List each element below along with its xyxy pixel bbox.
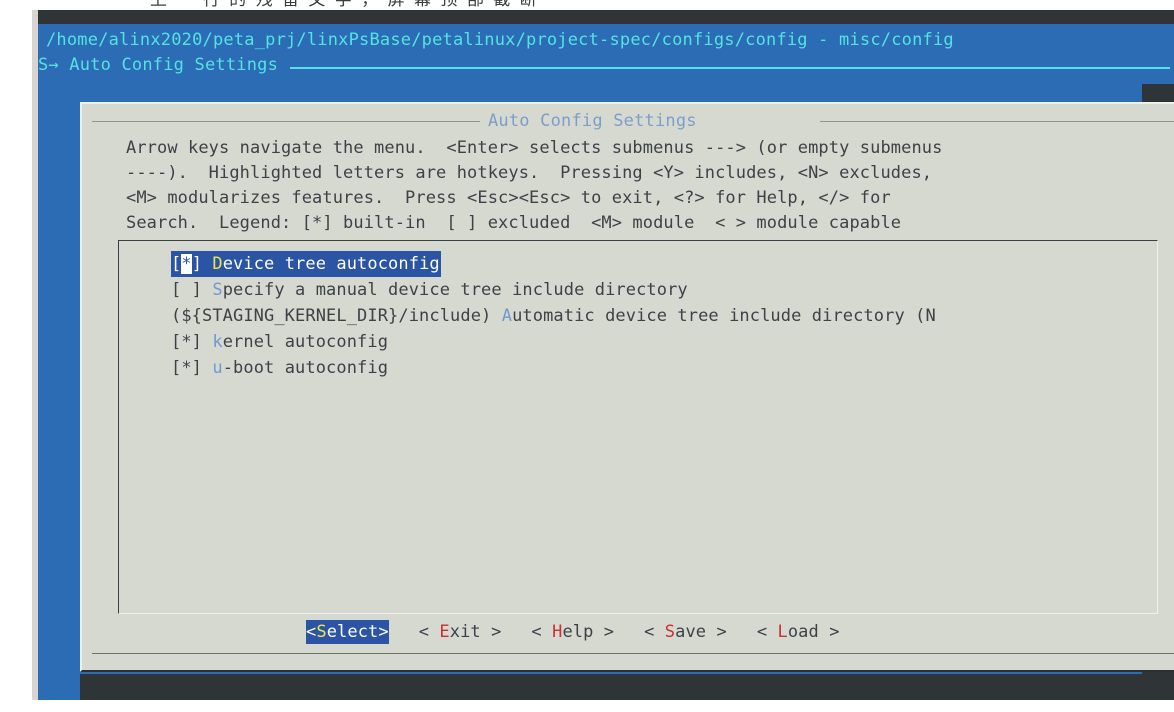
button-elp-2[interactable]: < Help > (531, 620, 614, 644)
breadcrumb-rule (290, 67, 1170, 69)
menu-item-row-wrapper: [*] u-boot autoconfig (171, 355, 1157, 381)
menu-item-prefix: (${STAGING_KERNEL_DIR}/include) (171, 306, 502, 326)
button-label: ave (675, 622, 707, 642)
checkbox-state-cursor: * (181, 254, 192, 274)
button-bracket-open: < (531, 622, 553, 642)
config-path-title: /home/alinx2020/peta_prj/linxPsBase/peta… (46, 30, 954, 50)
menu-item-row-wrapper: [*] kernel autoconfig (171, 329, 1157, 355)
screenshot-root: 上 一 行 的 残 留 文 字 ， 屏 幕 顶 部 截 断 /home/alin… (0, 0, 1174, 712)
menu-item-label: pecify a manual device tree include dire… (222, 280, 688, 300)
button-bracket-open: < (418, 622, 440, 642)
menu-item-3[interactable]: [*] kernel autoconfig (171, 329, 1157, 355)
dialog-title-rule-right (820, 121, 1174, 122)
button-bracket-open: < (756, 622, 778, 642)
terminal-bottom-gutter (80, 674, 1174, 700)
button-hotkey: L (777, 622, 788, 642)
button-hotkey: H (552, 622, 563, 642)
terminal-window: /home/alinx2020/peta_prj/linxPsBase/peta… (38, 24, 1174, 700)
menuconfig-header: /home/alinx2020/peta_prj/linxPsBase/peta… (38, 24, 1174, 78)
button-ave-3[interactable]: < Save > (644, 620, 727, 644)
menu-item-0[interactable]: [*] Device tree autoconfig (171, 251, 441, 277)
breadcrumb-label: S→ Auto Config Settings (38, 55, 279, 75)
menu-item-hotkey: k (212, 332, 223, 352)
menu-item-4[interactable]: [*] u-boot autoconfig (171, 355, 1157, 381)
menu-item-hotkey: A (501, 306, 513, 326)
menu-item-hotkey: S (212, 280, 223, 300)
button-label: xit (449, 622, 481, 642)
button-bracket-close: > (480, 622, 502, 642)
checkbox-bracket-close: ] (191, 254, 213, 274)
menu-item-prefix: [*] (171, 332, 213, 352)
menu-item-row-wrapper: [*] Device tree autoconfig (171, 251, 1157, 277)
top-truncated-text-sliver: 上 一 行 的 残 留 文 字 ， 屏 幕 顶 部 截 断 (0, 0, 1174, 10)
button-elect-0[interactable]: <Select> (306, 620, 389, 644)
button-bracket-close: > (706, 622, 727, 642)
menu-item-label: evice tree autoconfig (222, 254, 440, 274)
menu-item-hotkey: D (212, 254, 223, 274)
dialog-help-text: Arrow keys navigate the menu. <Enter> se… (126, 138, 943, 233)
menu-item-prefix: [ ] (171, 280, 213, 300)
breadcrumb: S→ Auto Config Settings (38, 52, 1174, 78)
checkbox-bracket-open: [ (171, 254, 182, 274)
menu-list: [*] Device tree autoconfig[ ] Specify a … (119, 241, 1157, 381)
button-bracket-close: > (593, 622, 615, 642)
button-hotkey: S (316, 622, 327, 642)
dialog-title-row: Auto Config Settings (92, 108, 1174, 134)
button-bracket-close: > (818, 622, 840, 642)
button-oad-4[interactable]: < Load > (757, 620, 840, 644)
button-bracket-open: < (644, 622, 665, 642)
menu-item-prefix: [*] (171, 358, 213, 378)
dialog-title-rule-left (92, 121, 480, 122)
menu-item-row-wrapper: [ ] Specify a manual device tree include… (171, 277, 1157, 303)
button-bracket-open: < (306, 622, 317, 642)
menu-item-hotkey: u (212, 358, 223, 378)
button-bracket-close: > (378, 622, 389, 642)
dialog-button-bar-rule (92, 653, 1174, 654)
menu-item-label: ernel autoconfig (222, 332, 389, 352)
menu-item-1[interactable]: [ ] Specify a manual device tree include… (171, 277, 1157, 303)
window-chrome-top (32, 10, 1174, 24)
menu-item-label: utomatic device tree include directory (… (512, 306, 936, 326)
menu-item-label: -boot autoconfig (222, 358, 389, 378)
menu-list-frame: [*] Device tree autoconfig[ ] Specify a … (118, 240, 1158, 614)
button-hotkey: S (664, 622, 676, 642)
auto-config-settings-dialog: Auto Config Settings Arrow keys navigate… (80, 102, 1174, 672)
menu-item-2[interactable]: (${STAGING_KERNEL_DIR}/include) Automati… (171, 303, 1157, 329)
button-xit-1[interactable]: < Exit > (419, 620, 502, 644)
menu-item-row-wrapper: (${STAGING_KERNEL_DIR}/include) Automati… (171, 303, 1157, 329)
button-hotkey: E (439, 622, 450, 642)
button-label: elp (562, 622, 594, 642)
dialog-title: Auto Config Settings (488, 111, 697, 131)
top-truncated-text: 上 一 行 的 残 留 文 字 ， 屏 幕 顶 部 截 断 (150, 0, 539, 10)
button-label: oad (787, 622, 819, 642)
dialog-button-bar: <Select> < Exit > < Help > < Save > < Load > (82, 620, 1174, 644)
button-label: elect (326, 622, 379, 642)
